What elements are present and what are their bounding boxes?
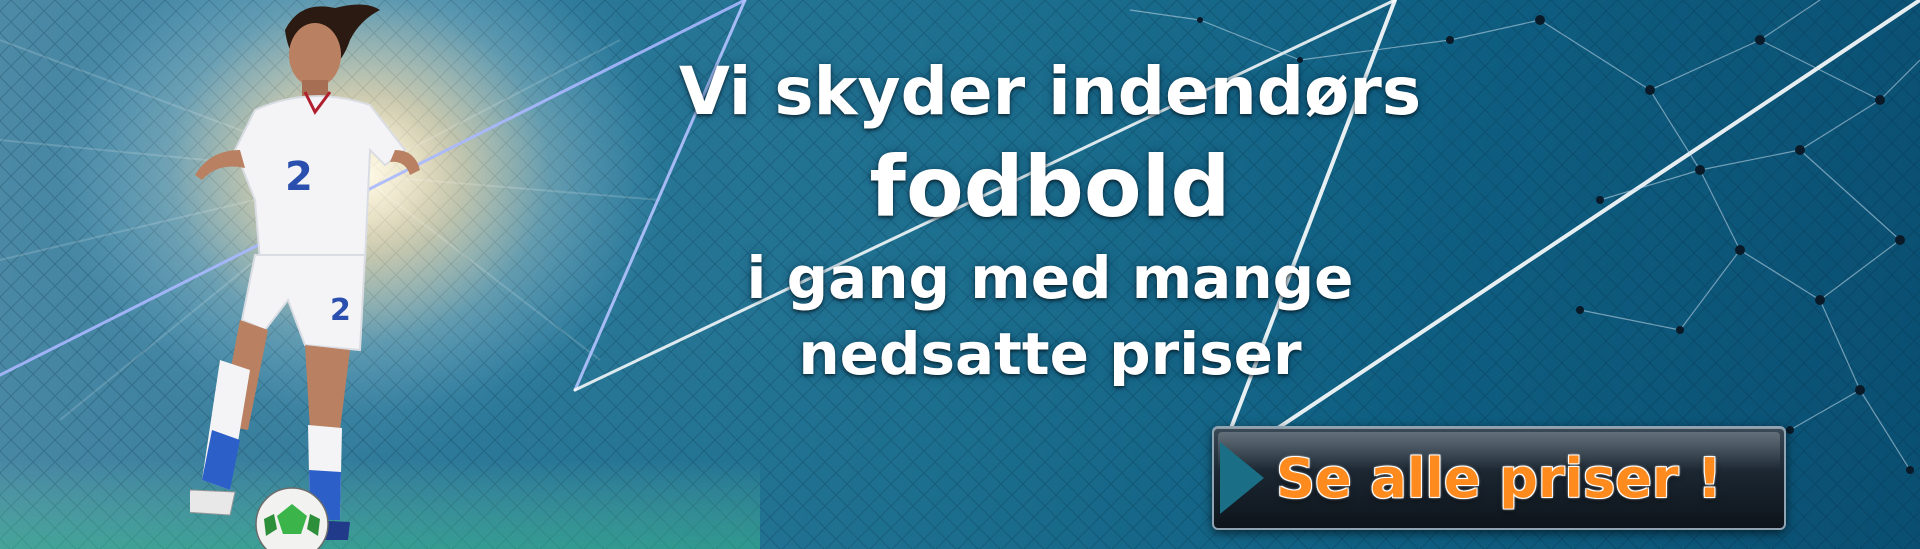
headline-line-4: nedsatte priser (798, 320, 1302, 388)
headline-line-2: fodbold (869, 138, 1231, 236)
soccer-ball-icon (255, 487, 329, 549)
player-illustration: 2 2 (190, 4, 420, 540)
svg-text:2: 2 (330, 293, 351, 328)
see-all-prices-button[interactable]: Se alle priser ! (1212, 426, 1786, 530)
headline-line-3: i gang med mange (746, 244, 1354, 312)
headline-line-1: Vi skyder indendørs (678, 53, 1422, 130)
see-all-prices-label: Se alle priser ! (1276, 446, 1722, 510)
svg-text:2: 2 (285, 154, 313, 200)
play-arrow-icon (1220, 442, 1264, 514)
headline: Vi skyder indendørs fodbold i gang med m… (640, 50, 1460, 392)
promo-banner[interactable]: 2 2 Vi skyder indendørs fodbold i gang m… (0, 0, 1920, 549)
